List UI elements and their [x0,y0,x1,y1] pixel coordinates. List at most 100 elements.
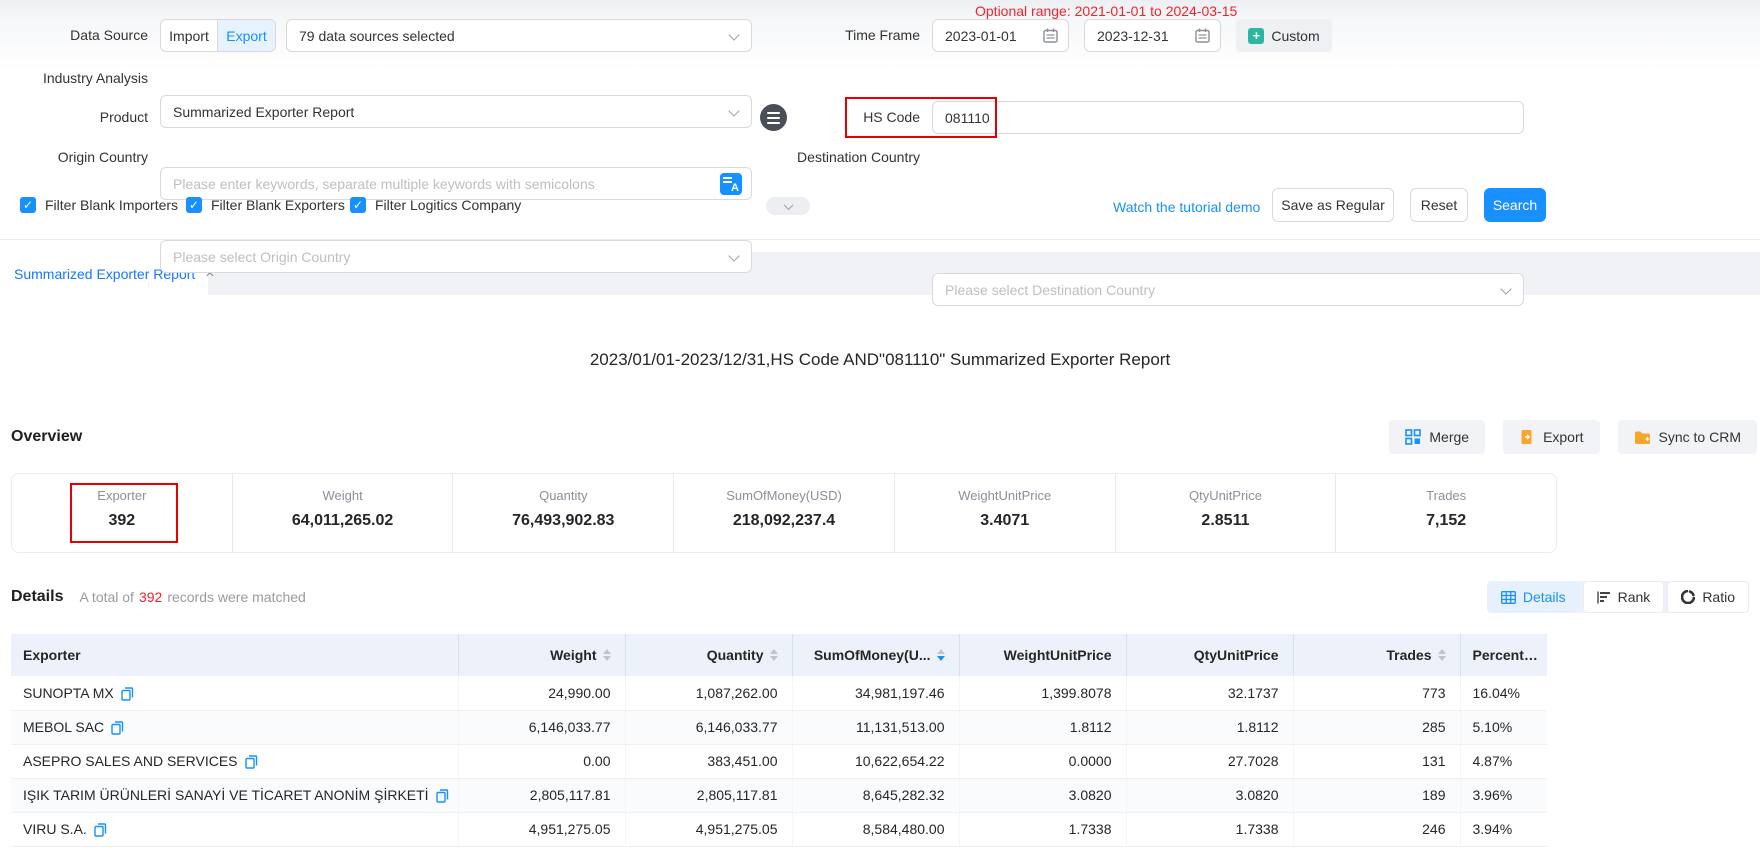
collapse-filters-button[interactable] [766,197,810,215]
hs-code-input-box [932,101,1524,134]
reset-button[interactable]: Reset [1410,188,1468,222]
copy-icon[interactable] [111,721,124,735]
sync-to-crm-label: Sync to CRM [1659,429,1741,445]
calendar-icon [1195,28,1210,43]
col-quantity[interactable]: Quantity [625,634,792,676]
cell-weight-unit-price: 0.0000 [959,744,1126,778]
product-label: Product [0,109,148,125]
view-details-button[interactable]: Details [1487,581,1580,613]
table-row: SUNOPTA MX 24,990.00 1,087,262.00 34,981… [11,676,1547,710]
merge-button[interactable]: Merge [1389,420,1485,454]
exporter-name[interactable]: MEBOL SAC [23,719,104,735]
exporter-name[interactable]: IŞIK TARIM ÜRÜNLERİ SANAYİ VE TİCARET AN… [23,787,429,803]
stat-value: 76,493,902.83 [453,512,673,530]
origin-country-placeholder: Please select Origin Country [173,249,350,265]
overview-actions: Merge Export Sync to CRM [1389,420,1757,454]
time-frame-label: Time Frame [770,27,920,43]
cell-weight-unit-price: 1,399.8078 [959,676,1126,710]
stat-value: 392 [12,512,232,530]
cell-sum: 11,131,513.00 [792,710,959,744]
merge-grid-icon [1405,429,1421,445]
cell-trades: 285 [1293,710,1460,744]
product-input-wrap: A [160,167,752,200]
tutorial-demo-link[interactable]: Watch the tutorial demo [1113,199,1260,215]
summary-count: 392 [134,589,167,605]
stat-quantity: Quantity 76,493,902.83 [452,474,673,552]
stat-value: 218,092,237.4 [674,512,894,530]
custom-range-button[interactable]: + Custom [1236,19,1332,52]
report-content: 2023/01/01-2023/12/31,HS Code AND"081110… [0,295,1760,847]
cell-qty-unit-price: 27.7028 [1126,744,1293,778]
stat-weight: Weight 64,011,265.02 [232,474,453,552]
end-date-input[interactable]: 2023-12-31 [1084,19,1221,52]
checkbox-filter-blank-importers[interactable]: ✓ Filter Blank Importers [20,197,178,213]
details-heading: Details [11,588,63,606]
cell-qty-unit-price: 32.1737 [1126,676,1293,710]
cell-weight: 24,990.00 [458,676,625,710]
view-rank-button[interactable]: Rank [1583,581,1665,613]
col-trades[interactable]: Trades [1293,634,1460,676]
hs-code-input[interactable] [945,110,1511,126]
start-date-input[interactable]: 2023-01-01 [932,19,1069,52]
stat-label: Exporter [12,488,232,503]
copy-icon[interactable] [121,687,134,701]
save-as-regular-button[interactable]: Save as Regular [1272,188,1394,222]
col-weight[interactable]: Weight [458,634,625,676]
search-button[interactable]: Search [1484,188,1546,222]
sort-icon[interactable] [603,649,611,661]
data-sources-select[interactable]: 79 data sources selected [286,19,752,52]
cell-percentage: 16.04% [1460,676,1547,710]
hs-code-label: HS Code [772,109,920,125]
checkbox-checked-icon[interactable]: ✓ [186,197,202,213]
start-date-value: 2023-01-01 [945,28,1017,44]
export-file-icon [1519,429,1535,445]
exporter-name[interactable]: VIRU S.A. [23,821,87,837]
export-button[interactable]: Export [1503,420,1599,454]
cell-trades: 246 [1293,812,1460,846]
checkbox-checked-icon[interactable]: ✓ [20,197,36,213]
cell-quantity: 1,087,262.00 [625,676,792,710]
import-toggle-button[interactable]: Import [161,20,218,51]
cell-weight-unit-price: 1.7338 [959,812,1126,846]
table-icon [1501,591,1516,604]
sort-icon-active-desc[interactable] [937,649,945,661]
exporter-name[interactable]: ASEPRO SALES AND SERVICES [23,753,238,769]
industry-analysis-value: Summarized Exporter Report [173,104,354,120]
sync-to-crm-button[interactable]: Sync to CRM [1618,420,1757,454]
checkbox-filter-blank-exporters[interactable]: ✓ Filter Blank Exporters [186,197,345,213]
view-ratio-button[interactable]: Ratio [1667,581,1749,613]
stat-value: 3.4071 [895,512,1115,530]
stat-value: 64,011,265.02 [233,512,453,530]
stat-value: 7,152 [1336,512,1556,530]
origin-country-select[interactable]: Please select Origin Country [160,240,752,273]
col-qty-unit-price: QtyUnitPrice [1126,634,1293,676]
table-row: VIRU S.A. 4,951,275.05 4,951,275.05 8,58… [11,812,1547,846]
checkbox-checked-icon[interactable]: ✓ [350,197,366,213]
merge-label: Merge [1429,429,1469,445]
cell-weight: 2,805,117.81 [458,778,625,812]
checkbox-filter-logitics-company[interactable]: ✓ Filter Logitics Company [350,197,521,213]
stat-label: Quantity [453,488,673,503]
stat-label: QtyUnitPrice [1116,488,1336,503]
table-header-row: Exporter Weight Quantity SumOfMoney(U...… [11,634,1547,676]
industry-analysis-select[interactable]: Summarized Exporter Report [160,95,752,128]
export-toggle-button[interactable]: Export [218,20,275,51]
exporter-name[interactable]: SUNOPTA MX [23,685,114,701]
summary-suffix: records were matched [167,589,306,605]
sort-icon[interactable] [770,649,778,661]
cell-qty-unit-price: 1.7338 [1126,812,1293,846]
col-sum-of-money[interactable]: SumOfMoney(U... [792,634,959,676]
copy-icon[interactable] [436,789,449,803]
cell-qty-unit-price: 3.0820 [1126,778,1293,812]
product-input[interactable] [161,168,751,199]
translate-icon[interactable]: A [720,173,742,195]
copy-icon[interactable] [94,823,107,837]
data-sources-value: 79 data sources selected [299,28,455,44]
cell-percentage: 5.10% [1460,710,1547,744]
table-row: ASEPRO SALES AND SERVICES 0.00 383,451.0… [11,744,1547,778]
copy-icon[interactable] [245,755,258,769]
chevron-down-icon [728,105,739,116]
view-ratio-label: Ratio [1702,589,1735,605]
table-row: MEBOL SAC 6,146,033.77 6,146,033.77 11,1… [11,710,1547,744]
sort-icon[interactable] [1438,649,1446,661]
